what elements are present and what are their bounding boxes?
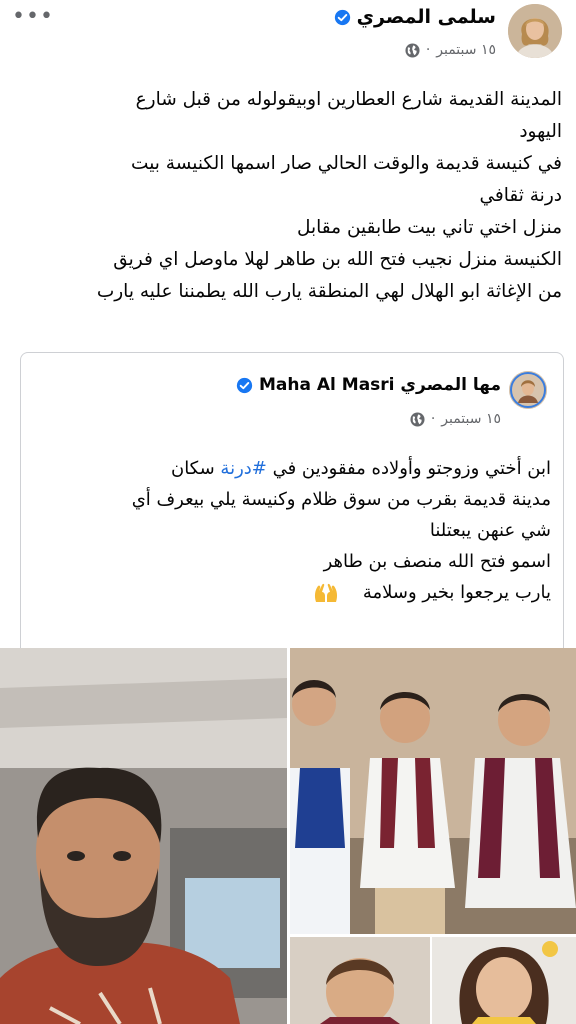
author-row: سلمى المصري (334, 6, 496, 28)
post-line: اليهود (519, 121, 562, 142)
globe-icon[interactable] (405, 42, 420, 58)
post-date[interactable]: ١٥ سبتمبر (436, 42, 496, 58)
shared-post-line: مدينة قديمة بقرب من سوق ظلام وكنيسة يلي … (131, 489, 551, 510)
verified-badge-icon (236, 377, 253, 393)
author-avatar[interactable] (508, 4, 562, 58)
post-line: من الإغاثة ابو الهلال لهي المنطقة يارب ا… (96, 281, 562, 302)
shared-post-line: شي عنهن يبعتلنا (429, 520, 551, 541)
photo-boy[interactable] (290, 937, 430, 1024)
shared-author-name[interactable]: مها المصري Maha Al Masri (259, 375, 501, 395)
post-line: الكنيسة منزل نجيب فتح الله بن طاهر لهلا … (113, 249, 562, 270)
shared-line-text: يارب يرجعوا بخير وسلامة (362, 582, 551, 603)
shared-post-line: اسمو فتح الله منصف بن طاهر (323, 551, 551, 572)
shared-post-meta: ١٥ سبتمبر · (410, 411, 501, 427)
author-name[interactable]: سلمى المصري (357, 6, 496, 28)
shared-author-avatar[interactable] (509, 371, 547, 409)
shared-post-card[interactable]: مها المصري Maha Al Masri ١٥ سبتمبر · ابن… (20, 352, 564, 649)
post-meta: ١٥ سبتمبر · (405, 42, 496, 58)
photo-man-in-car[interactable] (0, 648, 287, 1024)
hashtag-link[interactable]: #درنة (220, 458, 266, 479)
shared-post-body: ابن أختي وزوجتو وأولاده مفقودين في #درنة… (31, 453, 551, 608)
shared-author-row: مها المصري Maha Al Masri (236, 375, 501, 395)
post-line: درنة ثقافي (479, 185, 562, 206)
shared-post-line: يارب يرجعوا بخير وسلامة (31, 577, 551, 608)
verified-badge-icon (334, 9, 350, 25)
shared-post-line: ابن أختي وزوجتو وأولاده مفقودين في #درنة… (31, 453, 551, 484)
photo-girl[interactable] (432, 937, 576, 1024)
shared-line-text: سكان (170, 458, 221, 479)
raising-hands-emoji-icon (314, 583, 337, 602)
more-options-icon[interactable]: ••• (12, 4, 54, 29)
shared-post-date[interactable]: ١٥ سبتمبر (441, 411, 501, 427)
shared-line-text: ابن أختي وزوجتو وأولاده مفقودين في (266, 458, 551, 479)
post-line: في كنيسة قديمة والوقت الحالي صار اسمها ا… (131, 153, 562, 174)
photo-three-boys[interactable] (290, 648, 576, 934)
meta-separator: · (425, 42, 431, 58)
meta-separator: · (430, 411, 436, 427)
globe-icon[interactable] (410, 411, 425, 427)
post-line: منزل اختي تاني بيت طابقين مقابل (297, 217, 562, 238)
post-body: المدينة القديمة شارع العطارين اوبيقولوله… (14, 84, 562, 308)
post-line: المدينة القديمة شارع العطارين اوبيقولوله… (135, 89, 562, 110)
post-header: ••• سلمى المصري ١٥ سبتمبر · (0, 0, 576, 70)
